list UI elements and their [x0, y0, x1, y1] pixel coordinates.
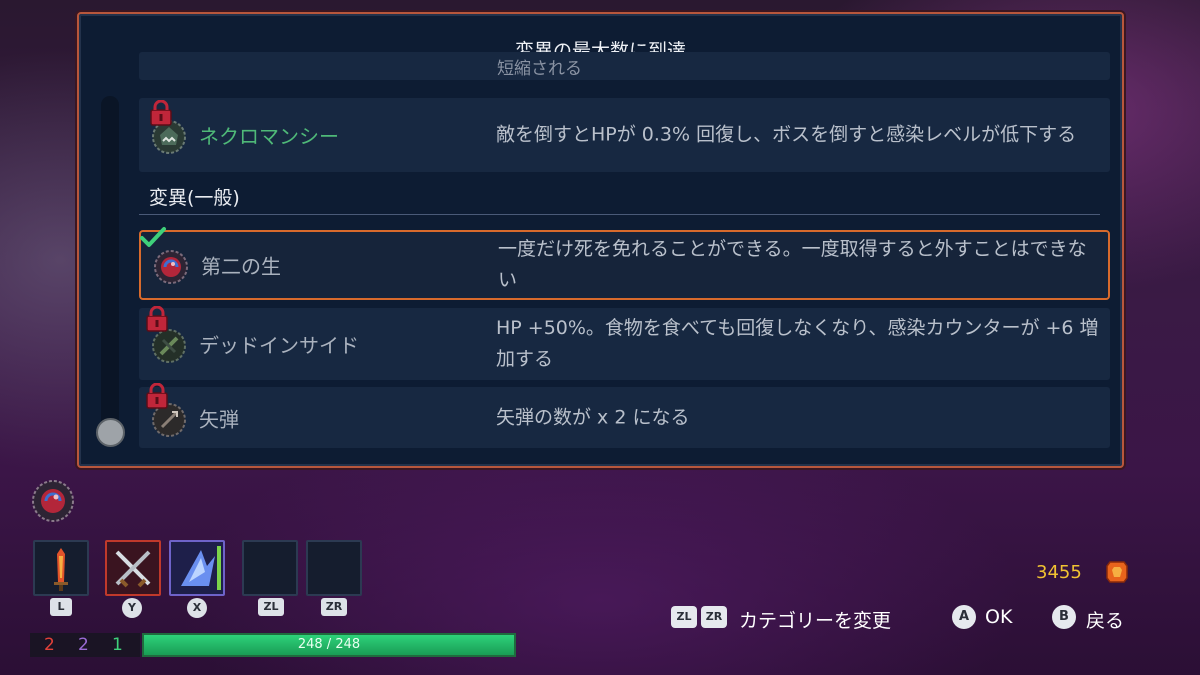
checkmark-icon: [140, 227, 166, 247]
health-bar: 248 / 248: [142, 633, 516, 657]
gold-amount: 3455: [1036, 562, 1082, 583]
stat-scrolls: 2 2 1: [30, 633, 140, 657]
mutation-desc: 敵を倒すとHPが 0.3% 回復し、ボスを倒すと感染レベルが低下する: [496, 123, 1077, 146]
equip-slot-y[interactable]: [105, 540, 161, 596]
equip-slot-zr[interactable]: [306, 540, 362, 596]
scrollbar-thumb[interactable]: [96, 418, 125, 447]
mutation-desc: 矢弾の数が x 2 になる: [496, 406, 690, 428]
mutation-row-ammo[interactable]: 矢弾 矢弾の数が x 2 になる: [139, 383, 1110, 448]
mutation-name: ネクロマンシー: [199, 124, 339, 149]
dead-inside-icon: [152, 329, 186, 363]
brutality-stat: 2: [44, 635, 55, 655]
key-zr-badge: ZR: [321, 598, 347, 616]
fire-blade-icon: [54, 548, 68, 591]
b-button-icon[interactable]: B: [1052, 605, 1076, 629]
survival-stat: 1: [112, 635, 123, 655]
tactics-stat: 2: [78, 635, 89, 655]
ok-hint[interactable]: OK: [985, 606, 1012, 628]
crossed-swords-icon: [115, 550, 151, 588]
zl-button-icon[interactable]: ZL: [671, 606, 697, 628]
scrollbar-track[interactable]: [101, 96, 119, 446]
equip-slot-zl[interactable]: [242, 540, 298, 596]
zr-button-icon[interactable]: ZR: [701, 606, 727, 628]
key-y-badge: Y: [122, 598, 142, 618]
mutation-limit-dialog: 変異の最大数に到達 短縮される ネクロマンシー 敵を倒すとHPが 0.3% 回復…: [77, 12, 1124, 468]
lock-icon: [150, 100, 172, 126]
ice-shard-icon: [181, 546, 221, 590]
mutation-row-dead-inside[interactable]: デッドインサイド HP +50%。食物を食べても回復しなくなり、感染カウンターが…: [139, 306, 1110, 380]
mutation-name: 矢弾: [199, 407, 239, 431]
key-l-badge: L: [50, 598, 72, 616]
key-zl-badge: ZL: [258, 598, 284, 616]
mutation-name: デッドインサイド: [199, 333, 359, 358]
equipped-mutation-icon: [32, 480, 74, 522]
second-life-icon: [154, 250, 188, 284]
mutation-name: 第二の生: [201, 254, 281, 279]
mutation-list: 短縮される ネクロマンシー 敵を倒すとHPが 0.3% 回復し、ボスを倒すと感染…: [139, 52, 1110, 456]
section-label: 変異(一般): [149, 187, 240, 209]
mutation-desc: HP +50%。食物を食べても回復しなくなり、感染カウンターが +6 増加する: [496, 317, 1099, 370]
gold-icon: [1106, 561, 1128, 583]
mutation-row-necromancy[interactable]: ネクロマンシー 敵を倒すとHPが 0.3% 回復し、ボスを倒すと感染レベルが低下…: [139, 98, 1110, 172]
health-text: 248 / 248: [297, 637, 361, 652]
mutation-desc: 一度だけ死を免れることができる。一度取得すると外すことはできない: [498, 238, 1087, 291]
back-hint[interactable]: 戻る: [1086, 606, 1124, 633]
a-button-icon[interactable]: A: [952, 605, 976, 629]
cut-row-desc: 短縮される: [497, 59, 582, 79]
lock-icon: [146, 383, 168, 409]
lock-icon: [146, 306, 168, 332]
equip-slot-x[interactable]: [169, 540, 225, 596]
equip-slot-l[interactable]: [33, 540, 89, 596]
mutation-row-second-life[interactable]: 第二の生 一度だけ死を免れることができる。一度取得すると外すことはできない: [139, 227, 1110, 300]
change-category-hint[interactable]: カテゴリーを変更: [739, 606, 891, 633]
list-item-cut[interactable]: 短縮される: [139, 52, 1110, 80]
section-divider: [139, 214, 1100, 215]
key-x-badge: X: [187, 598, 207, 618]
